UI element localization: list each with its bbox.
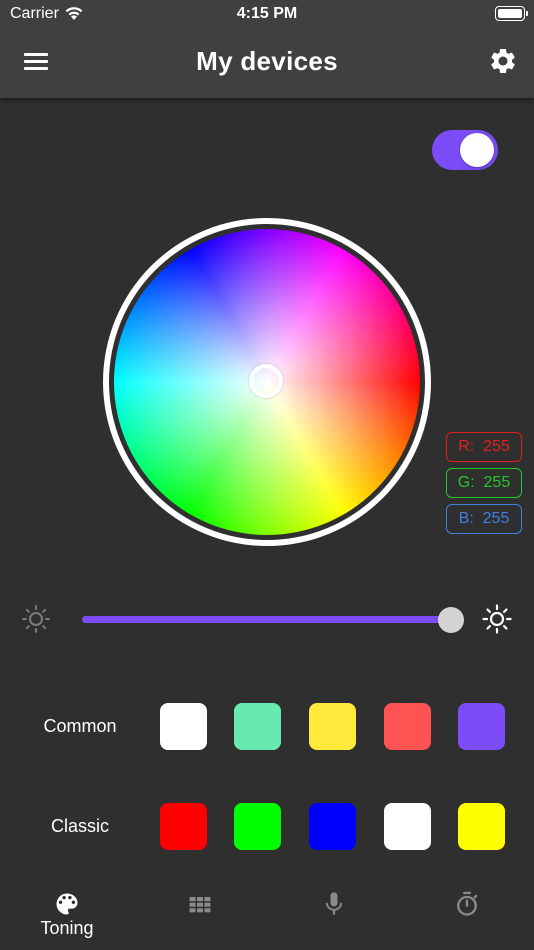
brightness-high-icon xyxy=(482,604,512,634)
battery-icon xyxy=(495,6,528,21)
settings-button[interactable] xyxy=(488,46,518,76)
status-time: 4:15 PM xyxy=(236,5,298,22)
common-swatch-2[interactable] xyxy=(234,703,281,750)
blue-value[interactable]: B: 255 xyxy=(446,504,522,534)
page-title: My devices xyxy=(196,46,338,76)
microphone-icon xyxy=(325,892,343,915)
palette-icon xyxy=(56,893,78,915)
toggle-knob xyxy=(460,133,494,167)
common-swatch-3[interactable] xyxy=(309,703,356,750)
classic-swatch-5[interactable] xyxy=(458,803,505,850)
tab-music[interactable] xyxy=(268,884,400,944)
classic-swatch-4[interactable] xyxy=(384,803,431,850)
classic-label: Classic xyxy=(50,816,109,836)
grid-icon xyxy=(189,897,211,913)
common-swatch-4[interactable] xyxy=(384,703,431,750)
tab-timer[interactable] xyxy=(401,884,533,944)
tab-toning[interactable]: Toning xyxy=(1,884,133,944)
common-swatch-1[interactable] xyxy=(160,703,207,750)
red-value[interactable]: R: 255 xyxy=(446,432,522,462)
tab-scenes[interactable] xyxy=(134,884,266,944)
gear-icon xyxy=(491,48,515,73)
common-label: Common xyxy=(43,716,117,736)
common-swatch-5[interactable] xyxy=(458,703,505,750)
classic-swatch-2[interactable] xyxy=(234,803,281,850)
green-value[interactable]: G: 255 xyxy=(446,468,522,498)
top-bar: Carrier 4:15 PM My devices xyxy=(0,0,534,98)
power-toggle[interactable] xyxy=(432,130,498,170)
timer-icon xyxy=(457,891,478,916)
tab-toning-label: Toning xyxy=(40,918,94,938)
status-bar: Carrier 4:15 PM xyxy=(0,0,534,28)
classic-swatch-1[interactable] xyxy=(160,803,207,850)
brightness-low-icon xyxy=(22,605,50,633)
classic-swatch-3[interactable] xyxy=(309,803,356,850)
brightness-slider[interactable] xyxy=(82,616,452,623)
color-picker-handle[interactable] xyxy=(249,364,283,398)
brightness-slider-thumb[interactable] xyxy=(438,607,464,633)
